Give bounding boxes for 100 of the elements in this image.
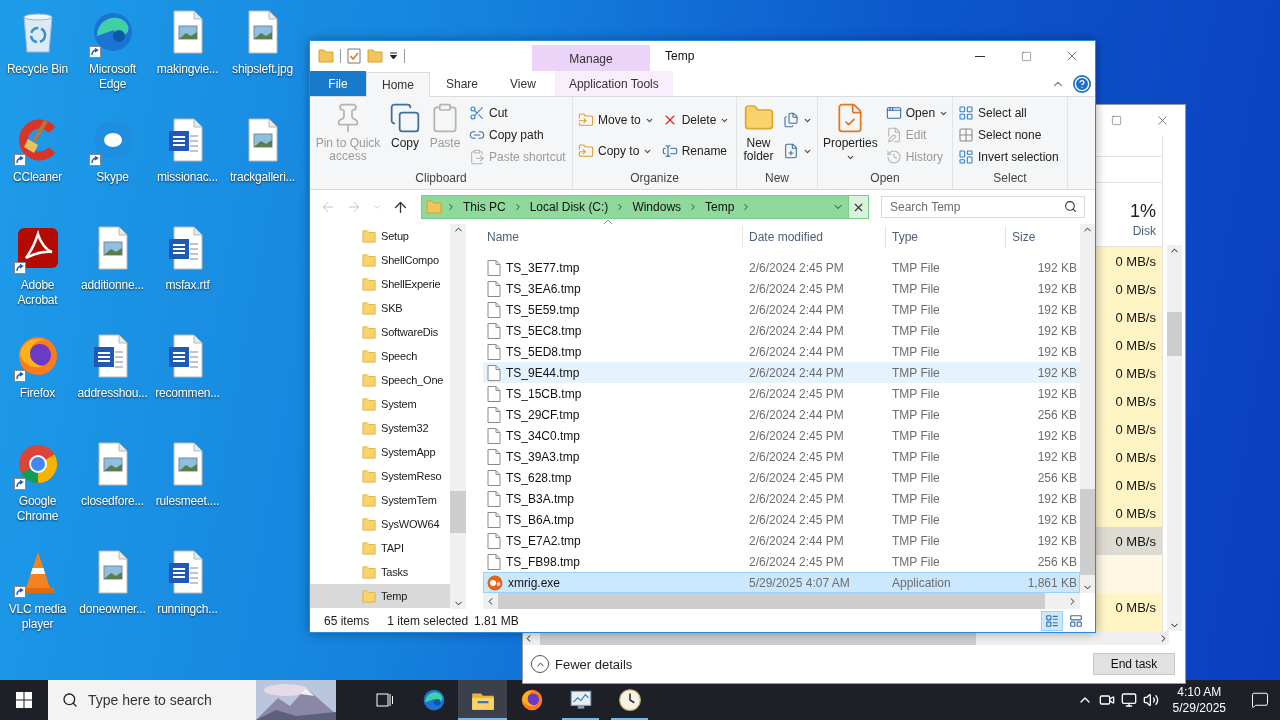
address-bar[interactable]: This PC Local Disk (C:) Windows Temp bbox=[421, 195, 869, 219]
ribbon-button[interactable]: Select all bbox=[956, 102, 1061, 124]
dropdown-icon[interactable] bbox=[389, 52, 398, 60]
ribbon-tab[interactable]: File bbox=[310, 71, 366, 96]
file-row[interactable]: TS_E7A2.tmp 2/6/2024 2:44 PM TMP File 192 KB bbox=[483, 530, 1080, 551]
file-row[interactable]: TS_34C0.tmp 2/6/2024 2:45 PM TMP File 192 KB bbox=[483, 425, 1080, 446]
ribbon-button[interactable]: Open bbox=[883, 102, 951, 124]
taskbar-app-button[interactable] bbox=[458, 680, 507, 720]
file-icon bbox=[487, 448, 501, 465]
tree-item[interactable]: TAPI bbox=[310, 536, 450, 560]
desktop-icon-label[interactable]: shipsleft.jpg bbox=[225, 62, 300, 77]
folder-icon[interactable] bbox=[367, 49, 383, 63]
ribbon-button[interactable]: Rename bbox=[659, 140, 732, 162]
ribbon-button[interactable]: Move to bbox=[576, 109, 656, 131]
tree-item[interactable]: Setup bbox=[310, 224, 450, 248]
file-row[interactable]: TS_9E44.tmp 2/6/2024 2:44 PM TMP File 192 KB bbox=[483, 362, 1080, 383]
ribbon-tab[interactable]: Home bbox=[366, 72, 430, 97]
breadcrumb[interactable]: Windows bbox=[629, 200, 685, 214]
file-row[interactable]: TS_B6A.tmp 2/6/2024 2:45 PM TMP File 192 KB bbox=[483, 509, 1080, 530]
tree-item[interactable]: Temp bbox=[310, 584, 450, 608]
end-task-button[interactable]: End task bbox=[1093, 653, 1175, 675]
ribbon-tab[interactable]: Application Tools bbox=[554, 71, 673, 96]
tree-item[interactable]: ShellExperie bbox=[310, 272, 450, 296]
search-icon bbox=[62, 692, 78, 708]
tree-item[interactable]: SystemTem bbox=[310, 488, 450, 512]
breadcrumb[interactable]: Local Disk (C:) bbox=[526, 200, 612, 214]
ribbon-button[interactable]: New folder bbox=[740, 100, 777, 171]
desktop-icon-label[interactable]: runningch... bbox=[150, 602, 225, 617]
clear-button[interactable] bbox=[848, 196, 868, 218]
file-row[interactable]: TS_FB98.tmp 2/6/2024 2:45 PM TMP File 256 KB bbox=[483, 551, 1080, 572]
ribbon-button[interactable]: Invert selection bbox=[956, 146, 1061, 168]
tree-item[interactable]: System32 bbox=[310, 416, 450, 440]
folder-icon[interactable] bbox=[318, 49, 334, 63]
ribbon-button[interactable]: Select none bbox=[956, 124, 1061, 146]
tree-item[interactable]: System bbox=[310, 392, 450, 416]
column-header[interactable]: Size bbox=[1005, 226, 1078, 248]
disk-cell: 0 MB/s bbox=[1094, 247, 1162, 275]
file-row[interactable]: TS_628.tmp 2/6/2024 2:45 PM TMP File 256 KB bbox=[483, 467, 1080, 488]
tree-item[interactable]: Tasks bbox=[310, 560, 450, 584]
file-row[interactable]: TS_3EA6.tmp 2/6/2024 2:45 PM TMP File 192 KB bbox=[483, 278, 1080, 299]
ribbon-button[interactable]: Cut bbox=[467, 102, 568, 124]
table-cell-text: 192 KB bbox=[1036, 385, 1078, 403]
ribbon-button[interactable]: Copy to bbox=[576, 140, 656, 162]
search-field[interactable]: Type here to search bbox=[48, 680, 256, 720]
properties-icon[interactable] bbox=[347, 48, 361, 64]
tree-item[interactable]: SKB bbox=[310, 296, 450, 320]
open-icon bbox=[885, 105, 902, 121]
ribbon-button[interactable]: Copy path bbox=[467, 124, 568, 146]
scroll-thumb[interactable] bbox=[1166, 312, 1182, 356]
table-cell-text: 2/6/2024 2:45 PM bbox=[748, 490, 845, 508]
network-icon[interactable] bbox=[1120, 692, 1137, 708]
search-field[interactable]: Search Temp bbox=[881, 196, 1085, 218]
selection-info: 1 item selected bbox=[387, 613, 469, 628]
tree-item[interactable]: ShellCompo bbox=[310, 248, 450, 272]
table-cell-text: TMP File bbox=[891, 553, 941, 571]
file-row[interactable]: TS_39A3.tmp 2/6/2024 2:45 PM TMP File 192 KB bbox=[483, 446, 1080, 467]
tree-item[interactable]: SoftwareDis bbox=[310, 320, 450, 344]
scroll-thumb[interactable] bbox=[1080, 489, 1095, 575]
breadcrumb[interactable]: This PC bbox=[460, 200, 509, 214]
tree-item[interactable]: SystemReso bbox=[310, 464, 450, 488]
file-row[interactable]: TS_5EC8.tmp 2/6/2024 2:44 PM TMP File 192 KB bbox=[483, 320, 1080, 341]
scrollbar[interactable] bbox=[1080, 224, 1095, 593]
clock[interactable]: 4:10 AM 5/29/2025 bbox=[1164, 684, 1234, 716]
file-row[interactable]: TS_3E77.tmp 2/6/2024 2:45 PM TMP File 192 KB bbox=[483, 257, 1080, 278]
column-header[interactable]: Date modified bbox=[742, 226, 885, 248]
table-cell-text: 2/6/2024 2:45 PM bbox=[748, 448, 845, 466]
scrollbar[interactable] bbox=[1166, 245, 1182, 631]
tree-item[interactable]: SystemApp bbox=[310, 440, 450, 464]
scrollbar[interactable] bbox=[450, 224, 466, 609]
file-row[interactable]: TS_5E59.tmp 2/6/2024 2:44 PM TMP File 192 KB bbox=[483, 299, 1080, 320]
file-row[interactable]: TS_15CB.tmp 2/6/2024 2:45 PM TMP File 192 KB bbox=[483, 383, 1080, 404]
file-icon bbox=[487, 301, 501, 318]
file-name: TS_39A3.tmp bbox=[506, 449, 580, 464]
help-button[interactable] bbox=[1073, 74, 1091, 93]
rename-icon bbox=[661, 143, 678, 159]
camera-icon[interactable] bbox=[1098, 692, 1115, 708]
ribbon-button[interactable]: Copy bbox=[387, 100, 423, 171]
file-row[interactable]: xmrig.exe 5/29/2025 4:07 AM Application 1,861 KB bbox=[483, 572, 1080, 593]
tree-item[interactable]: Speech_One bbox=[310, 368, 450, 392]
file-icon bbox=[487, 490, 501, 507]
maximize-icon bbox=[1020, 50, 1032, 62]
chevron-right-icon[interactable] bbox=[446, 202, 456, 212]
ribbon-button[interactable]: Properties bbox=[821, 100, 880, 171]
file-name: TS_5EC8.tmp bbox=[506, 323, 582, 338]
scroll-thumb[interactable] bbox=[450, 491, 466, 533]
ribbon-button[interactable]: Delete bbox=[659, 109, 732, 131]
volume-icon[interactable] bbox=[1142, 692, 1159, 708]
column-header[interactable]: Type bbox=[885, 226, 1005, 248]
breadcrumb[interactable]: Temp bbox=[702, 200, 738, 214]
desktop-icon-label[interactable]: trackgalleri... bbox=[225, 170, 300, 185]
file-row[interactable]: TS_5ED8.tmp 2/6/2024 2:44 PM TMP File 192 KB bbox=[483, 341, 1080, 362]
details-view-button[interactable] bbox=[1041, 610, 1063, 631]
column-header[interactable]: Name bbox=[483, 226, 742, 248]
disk-usage-total: 1% bbox=[1130, 201, 1156, 222]
file-row[interactable]: TS_B3A.tmp 2/6/2024 2:45 PM TMP File 192 KB bbox=[483, 488, 1080, 509]
tree-item[interactable]: SysWOW64 bbox=[310, 512, 450, 536]
fewer-details-button[interactable]: Fewer details bbox=[531, 655, 633, 673]
file-row[interactable]: TS_29CF.tmp 2/6/2024 2:44 PM TMP File 256 KB bbox=[483, 404, 1080, 425]
search-icon[interactable] bbox=[1064, 200, 1077, 213]
tree-item[interactable]: Speech bbox=[310, 344, 450, 368]
